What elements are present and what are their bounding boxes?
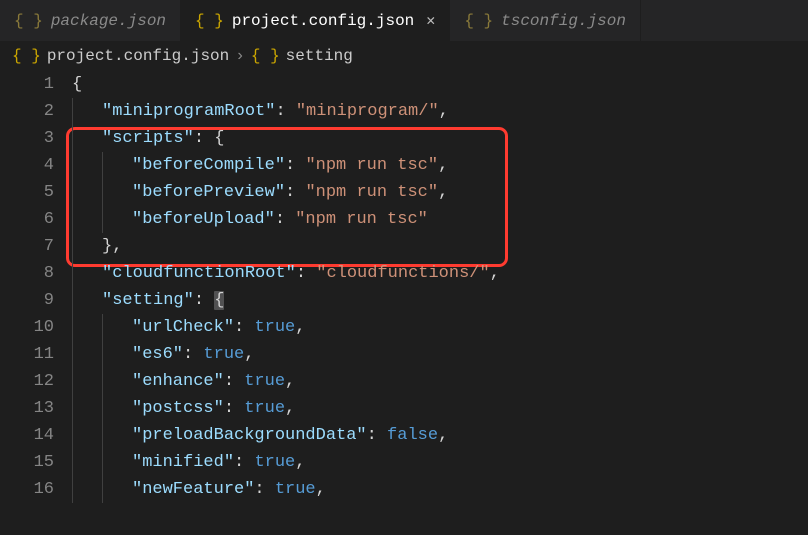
code-line[interactable]: "preloadBackgroundData": false, — [72, 422, 808, 449]
tab-label: tsconfig.json — [501, 12, 626, 30]
code-area[interactable]: {"miniprogramRoot": "miniprogram/","scri… — [72, 71, 808, 533]
code-line[interactable]: "es6": true, — [72, 341, 808, 368]
code-line[interactable]: "minified": true, — [72, 449, 808, 476]
line-number: 12 — [0, 368, 54, 395]
json-icon: { } — [12, 47, 41, 65]
code-line[interactable]: "miniprogramRoot": "miniprogram/", — [72, 98, 808, 125]
json-icon: { } — [14, 12, 43, 30]
tab-package-json[interactable]: { } package.json — [0, 0, 181, 41]
code-line[interactable]: "postcss": true, — [72, 395, 808, 422]
line-number: 8 — [0, 260, 54, 287]
line-number: 1 — [0, 71, 54, 98]
code-line[interactable]: "urlCheck": true, — [72, 314, 808, 341]
line-number: 2 — [0, 98, 54, 125]
tab-tsconfig-json[interactable]: { } tsconfig.json — [450, 0, 641, 41]
json-icon: { } — [464, 12, 493, 30]
line-number-gutter: 12345678910111213141516 — [0, 71, 72, 533]
editor[interactable]: 12345678910111213141516 {"miniprogramRoo… — [0, 71, 808, 533]
code-line[interactable]: { — [72, 71, 808, 98]
line-number: 4 — [0, 152, 54, 179]
tab-project-config-json[interactable]: { } project.config.json ✕ — [181, 0, 450, 41]
code-line[interactable]: "newFeature": true, — [72, 476, 808, 503]
json-icon: { } — [195, 12, 224, 30]
line-number: 13 — [0, 395, 54, 422]
line-number: 11 — [0, 341, 54, 368]
code-line[interactable]: "setting": { — [72, 287, 808, 314]
code-line[interactable]: "cloudfunctionRoot": "cloudfunctions/", — [72, 260, 808, 287]
chevron-right-icon: › — [235, 47, 245, 65]
line-number: 6 — [0, 206, 54, 233]
code-line[interactable]: "enhance": true, — [72, 368, 808, 395]
line-number: 5 — [0, 179, 54, 206]
line-number: 3 — [0, 125, 54, 152]
line-number: 15 — [0, 449, 54, 476]
close-icon[interactable]: ✕ — [426, 11, 435, 30]
breadcrumb-path: setting — [286, 47, 353, 65]
code-line[interactable]: "beforeUpload": "npm run tsc" — [72, 206, 808, 233]
code-line[interactable]: }, — [72, 233, 808, 260]
tab-label: package.json — [51, 12, 166, 30]
line-number: 16 — [0, 476, 54, 503]
code-line[interactable]: "scripts": { — [72, 125, 808, 152]
tab-bar: { } package.json { } project.config.json… — [0, 0, 808, 41]
line-number: 10 — [0, 314, 54, 341]
line-number: 9 — [0, 287, 54, 314]
code-line[interactable]: "beforeCompile": "npm run tsc", — [72, 152, 808, 179]
tab-label: project.config.json — [232, 12, 414, 30]
json-icon: { } — [251, 47, 280, 65]
breadcrumb[interactable]: { } project.config.json › { } setting — [0, 41, 808, 71]
code-line[interactable]: "beforePreview": "npm run tsc", — [72, 179, 808, 206]
breadcrumb-file: project.config.json — [47, 47, 229, 65]
line-number: 7 — [0, 233, 54, 260]
line-number: 14 — [0, 422, 54, 449]
